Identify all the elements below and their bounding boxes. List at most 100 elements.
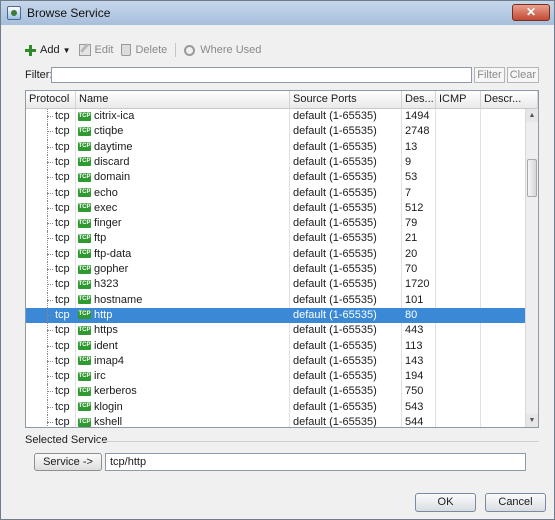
selected-service-field[interactable]: tcp/http [105,453,526,471]
trash-icon [121,44,132,56]
protocol-cell: tcp [55,308,70,321]
table-row[interactable]: tcp TCP ctiqbe default (1-65535) 2748 [26,124,525,140]
destination-ports-cell: 70 [405,263,418,275]
destination-ports-cell: 1720 [405,278,430,291]
column-header-name[interactable]: Name [76,91,290,109]
service-name: ftp [94,232,107,245]
cancel-button[interactable]: Cancel [485,493,546,512]
destination-ports-cell: 9 [405,155,412,168]
name-cell: TCP h323 [78,277,288,292]
tcp-service-icon: TCP [78,111,91,121]
source-ports-cell: default (1-65535) [293,110,377,122]
table-row[interactable]: tcp TCP klogin default (1-65535) 543 [26,399,525,416]
destination-ports-cell: 194 [405,370,424,383]
source-ports-cell: default (1-65535) [293,186,377,199]
tree-connector [47,185,54,202]
protocol-cell: tcp [55,400,70,413]
protocol-cell: tcp [55,140,70,153]
destination-ports-cell: 143 [405,354,424,367]
table-row[interactable]: tcp TCP ftp-data default (1-65535) 20 [26,246,525,263]
table-row[interactable]: tcp TCP daytime default (1-65535) 13 [26,139,525,156]
source-ports-cell: default (1-65535) [293,416,377,427]
add-button[interactable]: Add ▼ [25,44,71,56]
column-header-description[interactable]: Descr... [481,91,538,109]
table-row[interactable]: tcp TCP http default (1-65535) 80 [26,307,525,324]
name-cell: TCP ident [78,339,288,354]
ok-button[interactable]: OK [415,493,476,512]
close-button[interactable]: ✕ [512,4,550,21]
table-row[interactable]: tcp TCP discard default (1-65535) 9 [26,154,525,171]
tcp-service-icon: TCP [78,172,91,182]
tree-connector [47,384,54,400]
destination-ports-cell: 80 [405,308,418,321]
tcp-service-icon: TCP [78,218,91,228]
protocol-cell: tcp [55,125,70,138]
service-name: gopher [94,263,129,275]
table-row[interactable]: tcp TCP citrix-ica default (1-65535) 1494 [26,109,525,125]
table-header: Protocol Name Source Ports Des... ICMP D… [26,91,538,109]
dropdown-arrow-icon: ▼ [62,45,71,55]
destination-ports-cell: 79 [405,217,418,230]
table-row[interactable]: tcp TCP https default (1-65535) 443 [26,323,525,339]
services-table: Protocol Name Source Ports Des... ICMP D… [25,90,539,428]
protocol-cell: tcp [55,186,70,199]
name-cell: TCP https [78,323,288,338]
source-ports-cell: default (1-65535) [293,125,377,138]
table-row[interactable]: tcp TCP irc default (1-65535) 194 [26,369,525,385]
edit-button[interactable]: Edit [78,44,113,56]
table-row[interactable]: tcp TCP ftp default (1-65535) 21 [26,231,525,247]
vertical-scrollbar[interactable]: ▲ ▼ [525,109,538,427]
scroll-down-icon[interactable]: ▼ [526,414,538,427]
plus-icon [25,44,36,56]
table-row[interactable]: tcp TCP exec default (1-65535) 512 [26,200,525,217]
destination-ports-cell: 101 [405,293,424,306]
table-row[interactable]: tcp TCP gopher default (1-65535) 70 [26,262,525,278]
title-bar[interactable]: Browse Service ✕ [1,1,554,25]
protocol-cell: tcp [55,263,70,275]
filter-label: Filter: [25,69,53,81]
delete-button[interactable]: Delete [121,44,167,56]
app-icon [7,6,21,20]
filter-input[interactable] [51,67,473,83]
toolbar-divider [175,43,177,57]
tcp-service-icon: TCP [78,126,91,136]
table-row[interactable]: tcp TCP finger default (1-65535) 79 [26,216,525,232]
name-cell: TCP ftp-data [78,247,288,262]
service-name: ident [94,339,118,352]
column-header-destination-ports[interactable]: Des... [402,91,436,109]
table-row[interactable]: tcp TCP domain default (1-65535) 53 [26,170,525,186]
name-cell: TCP klogin [78,400,288,415]
clear-button[interactable]: Clear [506,67,539,83]
table-row[interactable]: tcp TCP kerberos default (1-65535) 750 [26,384,525,400]
column-header-protocol[interactable]: Protocol [26,91,76,109]
tcp-service-icon: TCP [78,157,91,167]
tcp-service-icon: TCP [78,264,91,274]
table-row[interactable]: tcp TCP hostname default (1-65535) 101 [26,292,525,309]
browse-service-dialog: Browse Service ✕ Add ▼ Edit Delete Where… [0,0,555,520]
service-name: kshell [94,416,123,427]
column-header-source-ports[interactable]: Source Ports [290,91,402,109]
service-name: https [94,324,118,337]
tcp-service-icon: TCP [78,417,91,427]
table-row[interactable]: tcp TCP kshell default (1-65535) 544 [26,415,525,427]
destination-ports-cell: 53 [405,171,418,184]
service-add-button[interactable]: Service -> [34,453,102,471]
filter-button[interactable]: Filter [474,67,505,83]
table-row[interactable]: tcp TCP imap4 default (1-65535) 143 [26,353,525,370]
toolbar: Add ▼ Edit Delete Where Used [25,43,269,57]
source-ports-cell: default (1-65535) [293,247,377,260]
add-label: Add [40,44,60,56]
tree-connector [47,292,54,309]
table-row[interactable]: tcp TCP h323 default (1-65535) 1720 [26,277,525,293]
tcp-service-icon: TCP [78,371,91,381]
where-used-button[interactable]: Where Used [184,44,261,56]
tree-connector [47,399,54,416]
column-header-icmp[interactable]: ICMP [436,91,481,109]
filter-row: Filter: Filter Clear [25,67,539,83]
table-row[interactable]: tcp TCP ident default (1-65535) 113 [26,338,525,355]
scroll-up-icon[interactable]: ▲ [526,109,538,122]
service-name: imap4 [94,354,124,367]
table-row[interactable]: tcp TCP echo default (1-65535) 7 [26,185,525,202]
name-cell: TCP ftp [78,231,288,246]
scrollbar-thumb[interactable] [527,159,537,197]
